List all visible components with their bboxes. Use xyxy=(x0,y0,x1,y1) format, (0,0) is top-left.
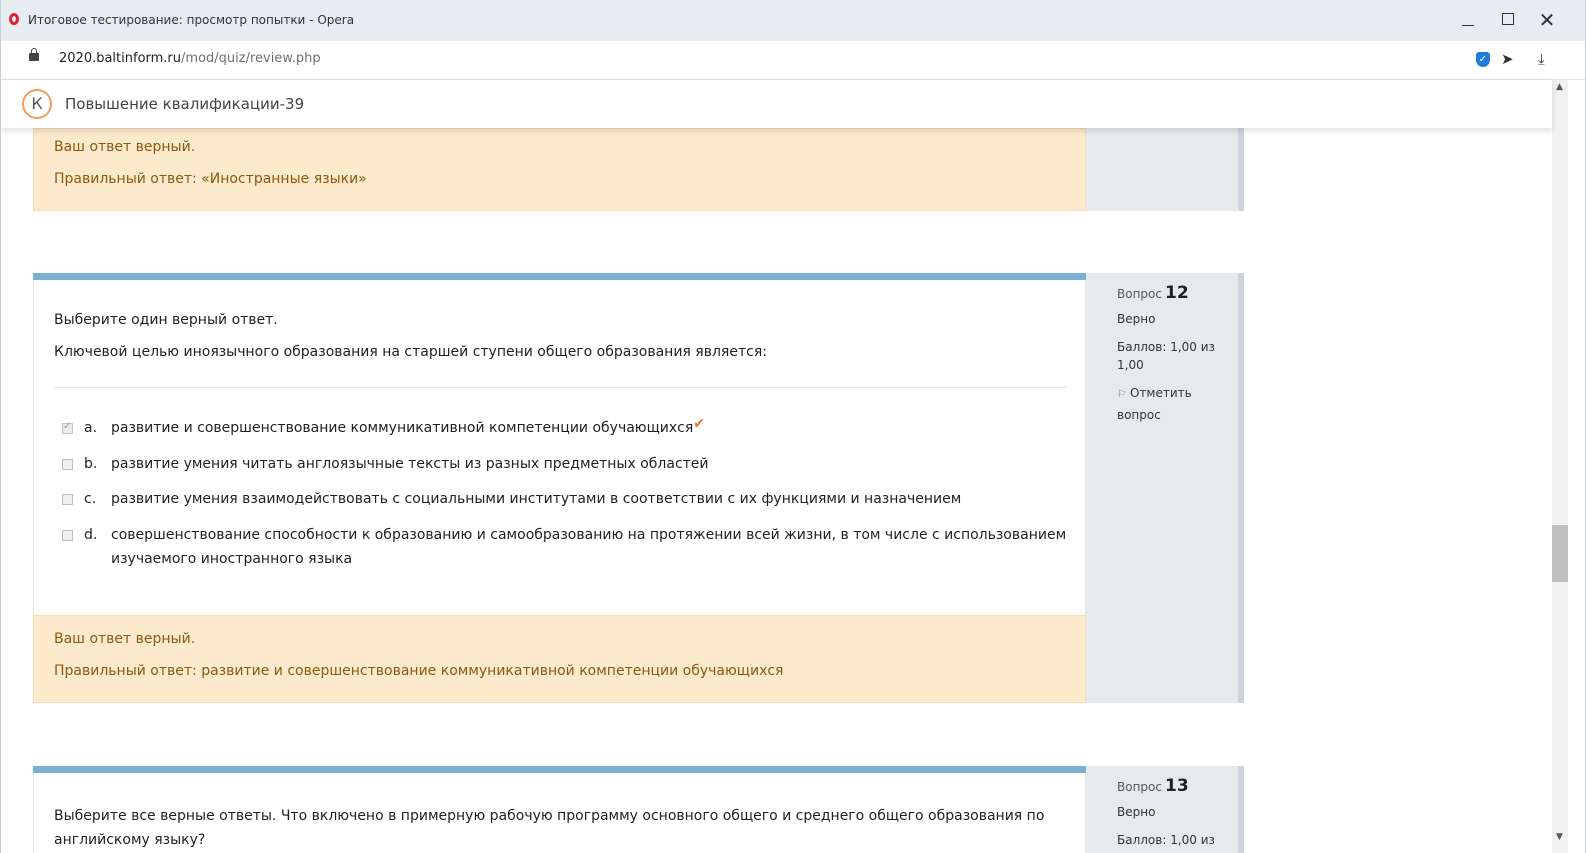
q12-flag-button[interactable]: ⚐ Отметить вопрос xyxy=(1117,383,1217,425)
url-host: 2020.baltinform.ru xyxy=(59,51,182,66)
q12-option-b-text: развитие умения читать англоязычные текс… xyxy=(111,456,709,472)
address-bar[interactable]: 2020.baltinform.ru/mod/quiz/review.php ✓… xyxy=(0,41,1586,80)
q12-feedback-correct: Правильный ответ: развитие и совершенств… xyxy=(54,663,784,679)
prev-feedback-status: Ваш ответ верный. xyxy=(54,139,196,155)
url-path: /mod/quiz/review.php xyxy=(181,51,321,66)
q12-top-accent xyxy=(33,273,1086,280)
q12-option-c-checkbox[interactable] xyxy=(62,494,73,505)
url-field[interactable]: 2020.baltinform.ru/mod/quiz/review.php xyxy=(59,51,321,66)
q12-instruction: Выберите один верный ответ. xyxy=(54,312,278,328)
opera-logo-icon xyxy=(9,13,19,25)
lock-icon xyxy=(29,48,39,61)
download-icon[interactable]: ⤓ xyxy=(1538,50,1545,68)
scroll-down-icon[interactable]: ▼ xyxy=(1556,832,1563,842)
q12-feedback-status: Ваш ответ верный. xyxy=(54,631,196,647)
browser-titlebar: Итоговое тестирование: просмотр попытки … xyxy=(0,0,1586,41)
q12-divider xyxy=(54,387,1067,388)
correct-check-icon: ✔ xyxy=(693,416,706,432)
q12-number: Вопрос 12 xyxy=(1117,283,1189,303)
q12-option-a-checkbox[interactable] xyxy=(62,421,73,434)
maximize-icon[interactable] xyxy=(1499,10,1519,30)
q12-grade: Баллов: 1,00 из 1,00 xyxy=(1117,340,1215,372)
q13-top-accent xyxy=(33,766,1086,773)
q13-grade: Баллов: 1,00 из xyxy=(1117,833,1215,847)
shield-check-icon[interactable]: ✓ xyxy=(1476,52,1490,67)
q12-state: Верно xyxy=(1117,312,1156,326)
q12-option-c-letter: c. xyxy=(84,491,97,507)
q13-question-text: Выберите все верные ответы. Что включено… xyxy=(54,808,1045,848)
q13-info: Вопрос 13 Верно Баллов: 1,00 из xyxy=(1086,766,1244,853)
q12-option-d-letter: d. xyxy=(84,527,98,543)
q12-question-text: Ключевой целью иноязычного образования н… xyxy=(54,344,767,360)
page-scrollbar[interactable]: ▲ ▼ xyxy=(1552,80,1568,853)
q12-option-b-checkbox[interactable] xyxy=(62,459,73,470)
q12-option-a-text: развитие и совершенствование коммуникати… xyxy=(111,420,694,436)
close-icon[interactable]: ✕ xyxy=(1537,10,1557,30)
scroll-up-icon[interactable]: ▲ xyxy=(1556,82,1563,92)
q12-option-d-checkbox[interactable] xyxy=(62,530,73,541)
window-title: Итоговое тестирование: просмотр попытки … xyxy=(28,13,355,27)
site-name[interactable]: Повышение квалификации-39 xyxy=(65,95,304,113)
scrollbar-thumb[interactable] xyxy=(1552,525,1568,582)
q13-state: Верно xyxy=(1117,805,1156,819)
q12-feedback: Ваш ответ верный. Правильный ответ: разв… xyxy=(33,615,1086,703)
prev-feedback: Ваш ответ верный. Правильный ответ: «Ино… xyxy=(33,128,1086,211)
q13-content: Выберите все верные ответы. Что включено… xyxy=(33,773,1086,853)
site-logo-icon[interactable]: К xyxy=(22,89,52,119)
prev-feedback-correct: Правильный ответ: «Иностранные языки» xyxy=(54,171,367,187)
site-header: К Повышение квалификации-39 xyxy=(0,80,1552,128)
q12-info: Вопрос 12 Верно Баллов: 1,00 из 1,00 ⚐ Отм… xyxy=(1086,273,1244,703)
q13-number: Вопрос 13 xyxy=(1117,776,1189,796)
q12-option-b-letter: b. xyxy=(84,456,98,472)
send-icon[interactable]: ➤ xyxy=(1501,50,1514,68)
q12-content: Выберите один верный ответ. Ключевой цел… xyxy=(33,280,1086,615)
flag-icon: ⚐ xyxy=(1117,389,1126,400)
q12-option-d-text: совершенствование способности к образова… xyxy=(111,527,1067,567)
minimize-icon[interactable] xyxy=(1459,10,1479,30)
q12-option-c-text: развитие умения взаимодействовать с соци… xyxy=(111,491,962,507)
q12-option-a-letter: a. xyxy=(84,420,98,436)
prev-question-info xyxy=(1086,128,1244,211)
